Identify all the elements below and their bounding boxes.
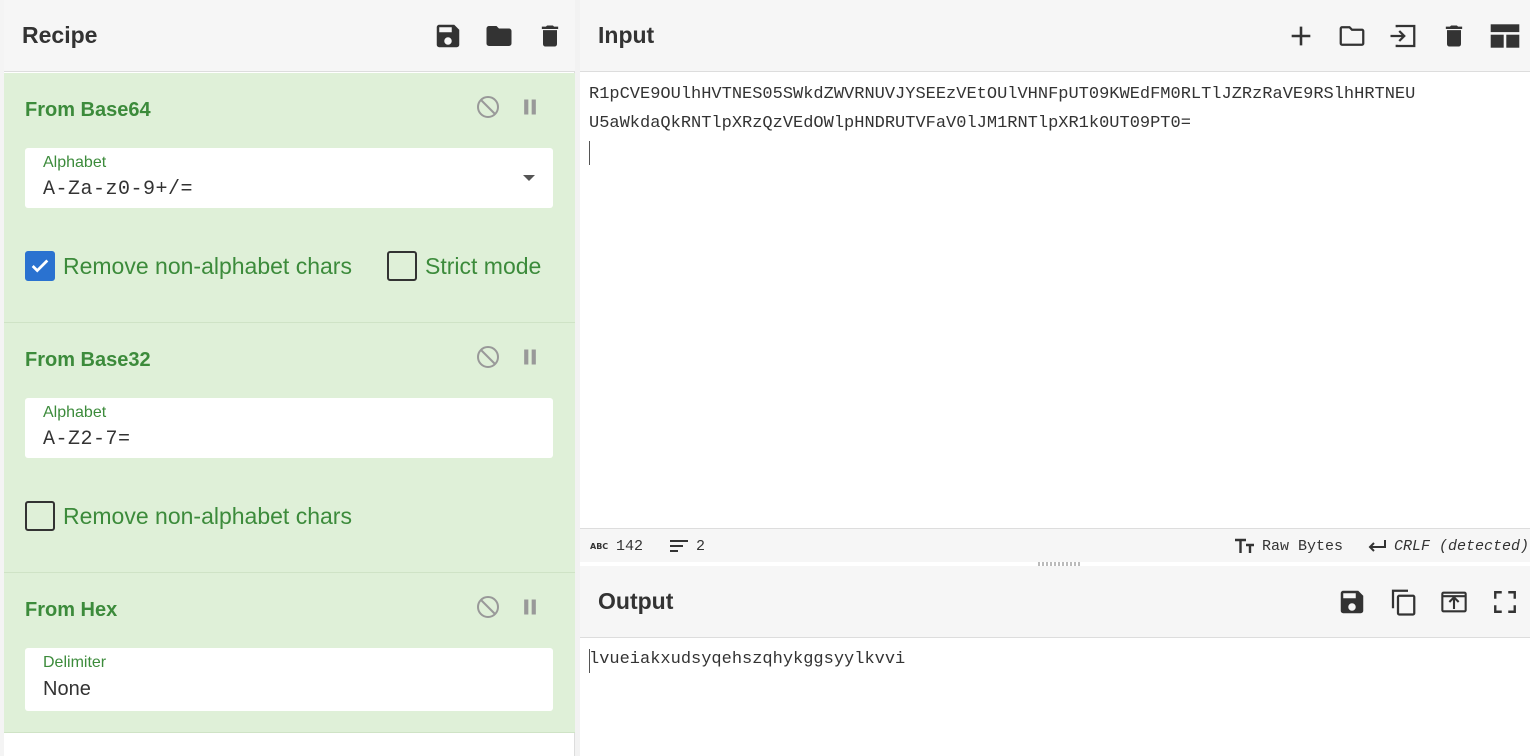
return-arrow-icon: [1368, 540, 1386, 552]
recipe-title: Recipe: [22, 22, 98, 48]
length-indicator: ABC 142: [590, 529, 643, 563]
checkbox-label: Remove non-alphabet chars: [63, 252, 352, 279]
alphabet-select[interactable]: Alphabet A-Za-z0-9+/=: [25, 148, 553, 208]
save-recipe-button[interactable]: [422, 0, 473, 72]
breakpoint-button[interactable]: [515, 92, 545, 122]
checkmark-icon: [31, 259, 49, 273]
input-header: Input: [580, 0, 1530, 72]
disable-operation-button[interactable]: [473, 592, 503, 622]
remove-non-alphabet-checkbox[interactable]: Remove non-alphabet chars: [25, 251, 352, 281]
operation-title: From Base32: [25, 349, 151, 371]
recipe-panel: Recipe From Base64 Alphabet A-Za-z0-9+/=: [0, 0, 575, 756]
pause-icon: [524, 349, 536, 365]
input-text-line[interactable]: R1pCVE9OUlhHVTNES05SWkdZWVRNUVJYSEEzVEtO…: [589, 80, 1415, 109]
save-icon: [1340, 590, 1363, 614]
disable-operation-button[interactable]: [473, 92, 503, 122]
save-output-button[interactable]: [1326, 566, 1377, 638]
disable-icon: [477, 346, 499, 368]
length-value: 142: [616, 537, 644, 555]
output-panel: Output lvueiakxudsyqehszqhykggsyylkvvi: [580, 562, 1530, 756]
maximize-icon: [1493, 591, 1516, 613]
replace-input-button[interactable]: [1428, 566, 1479, 638]
load-input-icon: [1390, 24, 1415, 48]
copy-icon: [1391, 589, 1415, 616]
checkbox-unchecked[interactable]: [25, 501, 55, 531]
input-text-line[interactable]: U5aWkdaQkRNTlpXRzQzVEdOWlpHNDRUTVFaV0lJM…: [589, 109, 1191, 138]
breakpoint-button[interactable]: [515, 592, 545, 622]
pause-icon: [524, 99, 536, 115]
input-status-bar: ABC 142 2 Raw Bytes CRLF (detected): [580, 528, 1530, 562]
maximize-output-button[interactable]: [1479, 566, 1530, 638]
lines-indicator: 2: [668, 529, 705, 563]
replace-input-icon: [1440, 591, 1467, 613]
copy-output-button[interactable]: [1377, 566, 1428, 638]
disable-icon: [477, 596, 499, 618]
disable-operation-button[interactable]: [473, 342, 503, 372]
trash-icon: [1445, 25, 1462, 47]
field-value: A-Z2-7=: [43, 428, 131, 451]
field-label: Alphabet: [43, 404, 107, 421]
lines-value: 2: [696, 537, 706, 555]
input-title: Input: [598, 22, 655, 48]
save-icon: [436, 24, 459, 48]
alphabet-input[interactable]: Alphabet A-Z2-7=: [25, 398, 553, 458]
operation-title: From Hex: [25, 599, 118, 621]
open-folder-button[interactable]: [1377, 0, 1428, 72]
field-value: None: [43, 678, 91, 700]
folder-icon: [1339, 26, 1364, 46]
checkbox-label: Remove non-alphabet chars: [63, 502, 352, 529]
trash-icon: [541, 25, 558, 47]
remove-non-alphabet-checkbox[interactable]: Remove non-alphabet chars: [25, 501, 352, 531]
delimiter-select[interactable]: Delimiter None: [25, 648, 553, 711]
encoding-value: Raw Bytes: [1262, 537, 1344, 555]
field-label: Delimiter: [43, 654, 107, 671]
reset-layout-button[interactable]: [1479, 0, 1530, 72]
open-file-button[interactable]: [1326, 0, 1377, 72]
field-value: A-Za-z0-9+/=: [43, 178, 194, 201]
add-input-tab-button[interactable]: [1275, 0, 1326, 72]
plus-icon: [1291, 26, 1310, 46]
pause-icon: [524, 599, 536, 615]
output-text[interactable]: lvueiakxudsyqehszqhykggsyylkvvi: [589, 645, 905, 674]
layout-icon: [1490, 24, 1519, 48]
abc-icon: ABC: [590, 542, 608, 551]
character-encoding-selector[interactable]: Raw Bytes: [1234, 529, 1343, 563]
clear-recipe-button[interactable]: [524, 0, 575, 72]
checkbox-checked[interactable]: [25, 251, 55, 281]
svg-text:ABC: ABC: [590, 542, 608, 551]
output-header: Output: [580, 566, 1530, 638]
operation-from-hex: From Hex Delimiter None: [4, 573, 575, 733]
lines-icon: [670, 540, 688, 552]
dropdown-caret-icon[interactable]: [523, 175, 535, 181]
output-title: Output: [598, 588, 674, 614]
eol-value: CRLF (detected): [1394, 537, 1530, 555]
text-size-icon: [1235, 538, 1254, 553]
folder-icon: [486, 26, 511, 46]
checkbox-label: Strict mode: [425, 252, 542, 279]
eol-selector[interactable]: CRLF (detected): [1366, 529, 1529, 563]
checkbox-unchecked[interactable]: [387, 251, 417, 281]
operation-from-base64: From Base64 Alphabet A-Za-z0-9+/= Remove…: [4, 73, 575, 323]
field-label: Alphabet: [43, 154, 107, 171]
operation-title: From Base64: [25, 99, 151, 121]
clear-input-button[interactable]: [1428, 0, 1479, 72]
operation-from-base32: From Base32 Alphabet A-Z2-7= Remove non-…: [4, 323, 575, 573]
input-panel: Input R1pCVE9OUlhHVTNES05SWkdZWVRNUVJYSE…: [580, 0, 1530, 562]
text-cursor: [589, 141, 590, 165]
strict-mode-checkbox[interactable]: Strict mode: [387, 251, 541, 281]
recipe-header: Recipe: [4, 0, 575, 72]
disable-icon: [477, 96, 499, 118]
breakpoint-button[interactable]: [515, 342, 545, 372]
load-recipe-button[interactable]: [473, 0, 524, 72]
